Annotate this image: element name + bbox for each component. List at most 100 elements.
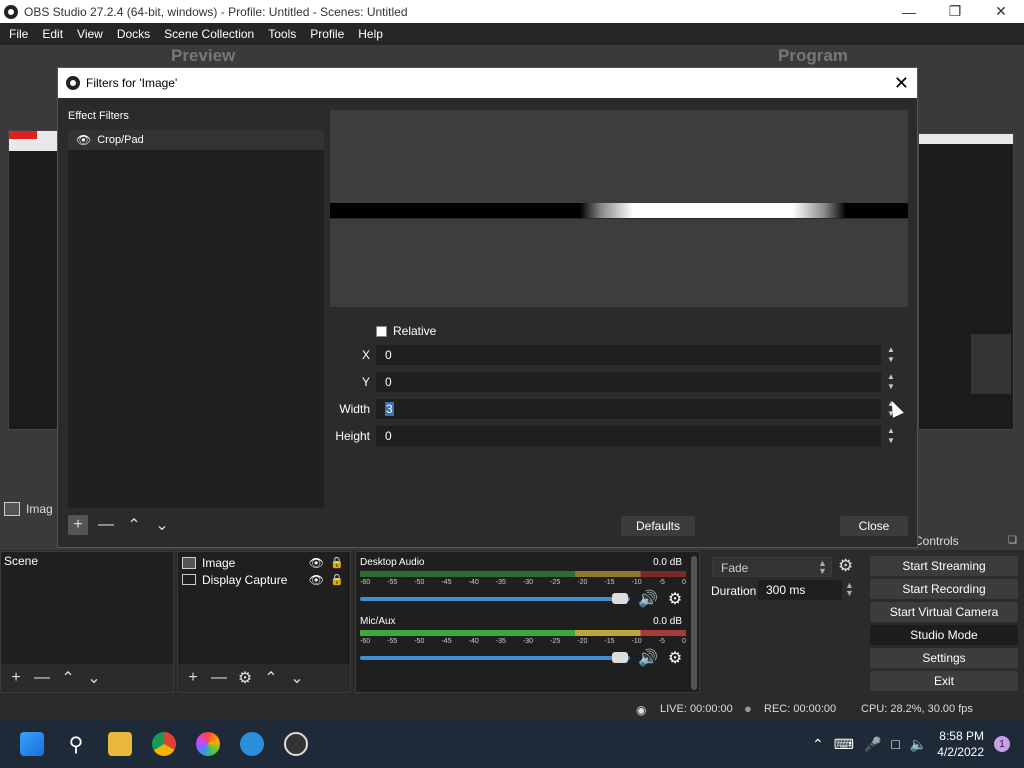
file-explorer-icon[interactable]: [108, 732, 132, 756]
height-input[interactable]: 0: [376, 426, 881, 446]
channel-db: 0.0 dB: [653, 616, 682, 627]
move-up-icon[interactable]: ⌃: [124, 515, 144, 535]
start-streaming-button[interactable]: Start Streaming: [870, 556, 1018, 576]
settings-button[interactable]: Settings: [870, 648, 1018, 668]
start-virtual-camera-button[interactable]: Start Virtual Camera: [870, 602, 1018, 622]
menu-profile[interactable]: Profile: [303, 27, 351, 41]
close-button[interactable]: Close: [840, 516, 908, 536]
menu-scene-collection[interactable]: Scene Collection: [157, 27, 261, 41]
maximize-icon[interactable]: ❐: [932, 0, 978, 23]
menu-file[interactable]: File: [2, 27, 35, 41]
remove-filter-icon[interactable]: —: [96, 515, 116, 535]
chrome-icon[interactable]: [152, 732, 176, 756]
chevron-up-icon[interactable]: ⌃: [812, 736, 824, 753]
globe-app-icon[interactable]: [240, 732, 264, 756]
volume-meter: [360, 630, 686, 636]
add-filter-icon[interactable]: +: [68, 515, 88, 535]
notification-badge[interactable]: 1: [994, 736, 1010, 752]
speaker-icon[interactable]: 🔊: [638, 648, 658, 668]
gear-icon[interactable]: ⚙: [236, 668, 254, 688]
channel-name: Desktop Audio: [360, 557, 425, 568]
source-label: Display Capture: [202, 572, 288, 587]
start-recording-button[interactable]: Start Recording: [870, 579, 1018, 599]
menu-help[interactable]: Help: [351, 27, 390, 41]
volume-slider[interactable]: [360, 656, 630, 660]
mixer-scrollbar[interactable]: [691, 556, 697, 690]
volume-slider-handle[interactable]: [612, 652, 628, 663]
preview-label: Preview: [171, 46, 236, 65]
gear-icon[interactable]: ⚙: [668, 589, 682, 609]
exit-button[interactable]: Exit: [870, 671, 1018, 691]
filter-preview: [330, 110, 908, 307]
spinner-icon[interactable]: ▲ ▼: [885, 345, 897, 365]
network-icon[interactable]: □: [891, 736, 899, 752]
source-item-image[interactable]: Image 👁 🔒: [182, 554, 348, 571]
move-down-icon[interactable]: ⌄: [288, 668, 306, 688]
transition-select[interactable]: Fade: [712, 557, 832, 577]
obs-taskbar-icon[interactable]: [284, 732, 308, 756]
x-input[interactable]: 0: [376, 345, 881, 365]
eye-icon[interactable]: 👁: [76, 133, 91, 147]
speaker-icon[interactable]: 🔊: [638, 589, 658, 609]
photos-icon[interactable]: [196, 732, 220, 756]
add-icon[interactable]: +: [184, 669, 202, 687]
close-icon[interactable]: ✕: [978, 0, 1024, 23]
move-up-icon[interactable]: ⌃: [262, 668, 280, 688]
preview-canvas[interactable]: [8, 130, 58, 430]
audio-mixer-panel: Desktop Audio 0.0 dB -60 -55 -50 -45 -40 -35-…: [355, 551, 700, 693]
remove-icon[interactable]: —: [33, 669, 51, 687]
eye-icon[interactable]: 👁: [309, 573, 324, 587]
property-x: X 0 ▲ ▼: [330, 345, 900, 365]
record-dot-icon: ●: [744, 701, 752, 716]
menu-docks[interactable]: Docks: [110, 27, 157, 41]
source-item-display-capture[interactable]: Display Capture 👁 🔒: [182, 571, 348, 588]
microphone-icon[interactable]: 🎤: [864, 736, 881, 753]
move-up-icon[interactable]: ⌃: [59, 668, 77, 688]
dialog-titlebar: Filters for 'Image' ✕: [58, 68, 917, 98]
volume-icon[interactable]: 🔈: [910, 736, 927, 753]
windows-taskbar: ⚲ ⌃ ⌨ 🎤 □ 🔈 8:58 PM 4/2/2022 1: [0, 720, 1024, 768]
keyboard-icon[interactable]: ⌨: [834, 736, 854, 753]
status-bar: ◉ LIVE: 00:00:00 ● REC: 00:00:00 CPU: 28…: [0, 698, 1024, 720]
filter-item-crop-pad[interactable]: 👁 Crop/Pad: [68, 130, 324, 150]
checkbox-box[interactable]: [376, 325, 387, 337]
gear-icon[interactable]: ⚙: [838, 556, 853, 576]
studio-mode-button[interactable]: Studio Mode: [870, 625, 1018, 645]
defaults-button[interactable]: Defaults: [621, 516, 695, 536]
add-icon[interactable]: +: [7, 669, 25, 687]
relative-checkbox[interactable]: Relative: [376, 324, 436, 338]
spinner-icon[interactable]: ▲ ▼: [885, 372, 897, 392]
spinner-icon[interactable]: ▲ ▼: [845, 581, 854, 598]
menu-view[interactable]: View: [70, 27, 110, 41]
move-down-icon[interactable]: ⌄: [85, 668, 103, 688]
window-controls: — ❐ ✕: [886, 0, 1024, 23]
width-input[interactable]: 3: [376, 399, 881, 419]
cpu-status: CPU: 28.2%, 30.00 fps: [861, 703, 973, 715]
channel-name: Mic/Aux: [360, 616, 396, 627]
remove-icon[interactable]: —: [210, 669, 228, 687]
close-icon[interactable]: ✕: [894, 73, 909, 94]
menu-tools[interactable]: Tools: [261, 27, 303, 41]
volume-slider[interactable]: [360, 597, 630, 601]
minimize-icon[interactable]: —: [886, 0, 932, 23]
broadcast-icon: ◉: [636, 703, 647, 717]
search-icon[interactable]: ⚲: [64, 732, 88, 756]
gear-icon[interactable]: ⚙: [668, 648, 682, 668]
menu-edit[interactable]: Edit: [35, 27, 70, 41]
eye-icon[interactable]: 👁: [309, 556, 324, 570]
spinner-icon[interactable]: ▲ ▼: [818, 559, 827, 576]
lock-icon[interactable]: 🔒: [330, 573, 344, 586]
duration-input[interactable]: 300 ms: [758, 580, 842, 600]
volume-slider-handle[interactable]: [612, 593, 628, 604]
rec-status: REC: 00:00:00: [764, 703, 837, 715]
property-label: Height: [335, 429, 370, 443]
y-input[interactable]: 0: [376, 372, 881, 392]
windows-start-icon[interactable]: [20, 732, 44, 756]
lock-icon[interactable]: 🔒: [330, 556, 344, 569]
clock[interactable]: 8:58 PM 4/2/2022: [937, 728, 984, 760]
dock-float-icon[interactable]: ❏: [1008, 535, 1017, 546]
scenes-toolbar: + — ⌃ ⌄: [1, 664, 173, 692]
live-status: LIVE: 00:00:00: [660, 703, 733, 715]
move-down-icon[interactable]: ⌄: [152, 515, 172, 535]
spinner-icon[interactable]: ▲ ▼: [885, 426, 897, 446]
